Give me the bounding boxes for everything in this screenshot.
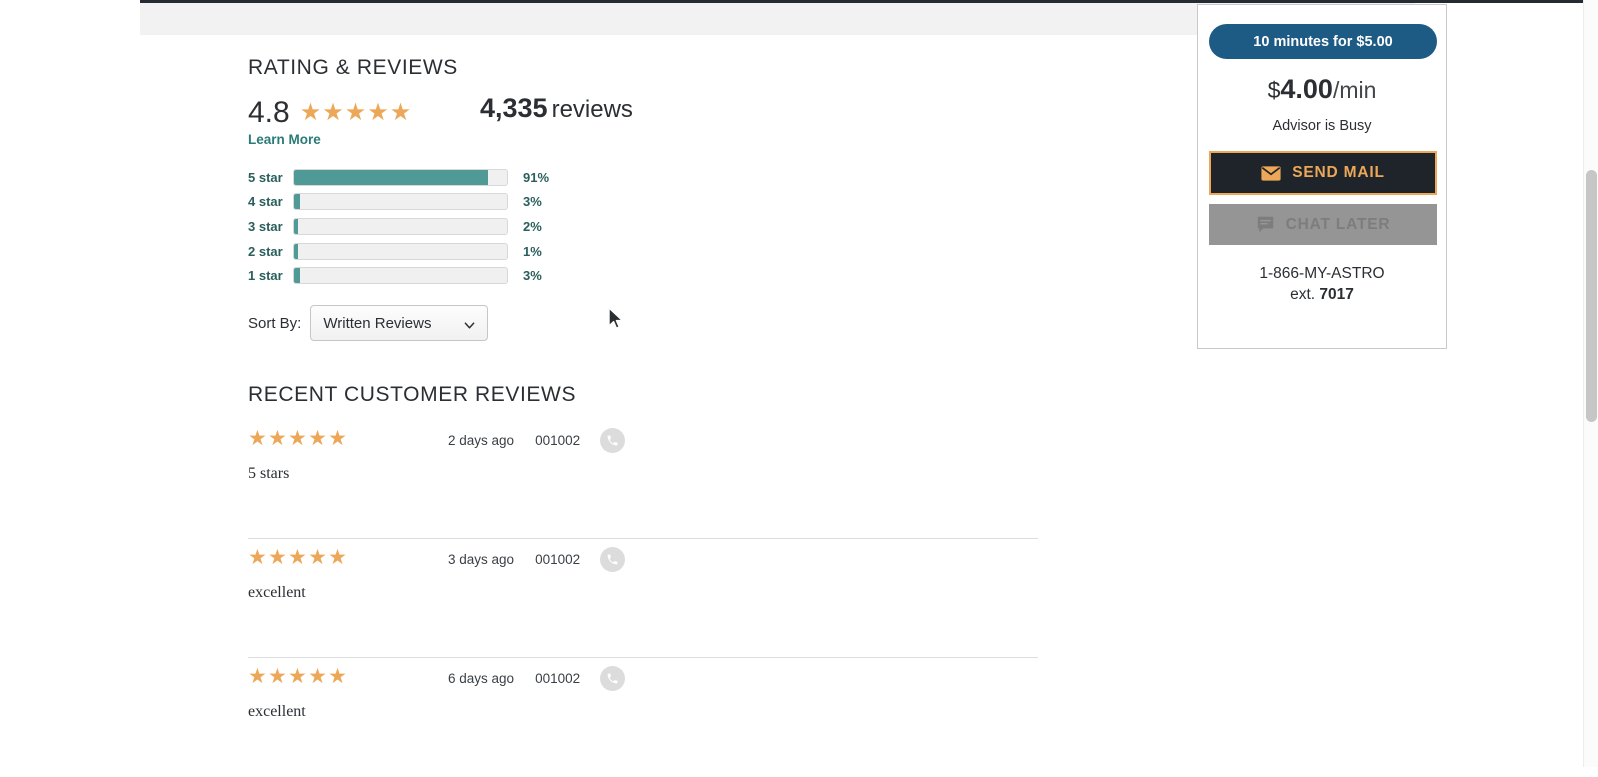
bar-track [293,217,508,235]
bar-fill [294,218,299,234]
send-mail-label: SEND MAIL [1292,164,1385,181]
review-item: ★★★★★ 3 days ago 001002 excellent [248,539,1038,658]
review-text: excellent [248,703,306,720]
distribution-row[interactable]: 1 star 3% [248,263,549,288]
review-list: ★★★★★ 2 days ago 001002 5 stars ★★★★★ 3 … [248,420,1038,777]
review-meta: 6 days ago 001002 [448,666,626,691]
chevron-down-icon [464,318,475,329]
review-item: ★★★★★ 2 days ago 001002 5 stars [248,420,1038,539]
advisor-promo-panel: 10 minutes for $5.00 $4.00/min Advisor i… [1197,4,1447,349]
scrollbar-thumb[interactable] [1586,170,1597,422]
extension-label: ext. [1290,285,1316,303]
bar-label: 2 star [248,243,283,259]
bar-percent: 2% [523,218,542,234]
extension-number: 7017 [1319,285,1354,303]
sort-control: Sort By: Written Reviews [248,305,489,341]
average-stars-icon: ★★★★★ [299,99,413,126]
review-header: ★★★★★ 3 days ago 001002 [248,539,1038,575]
envelope-icon [1261,165,1281,181]
distribution-row[interactable]: 4 star 3% [248,190,549,215]
bar-label: 4 star [248,194,283,210]
rating-summary: 4.8 ★★★★★ [248,96,412,130]
rating-distribution: 5 star 91% 4 star 3% 3 star 2% 2 star 1%… [248,165,549,288]
send-mail-button[interactable]: SEND MAIL [1209,151,1437,195]
price-unit: /min [1332,77,1377,103]
advisor-phone: 1-866-MY-ASTRO ext. 7017 [1209,264,1435,306]
distribution-row[interactable]: 2 star 1% [248,239,549,264]
review-text: excellent [248,584,306,601]
phone-icon [600,666,626,691]
review-meta: 3 days ago 001002 [448,547,626,572]
review-stars-icon: ★★★★★ [248,426,349,450]
bar-track [293,168,508,186]
sort-select[interactable]: Written Reviews [310,305,489,341]
review-timestamp: 6 days ago [448,671,515,686]
sort-select-value: Written Reviews [323,314,432,332]
review-timestamp: 3 days ago [448,552,515,567]
bar-track [293,242,508,260]
bar-fill [294,194,301,210]
review-timestamp: 2 days ago [448,433,515,448]
bar-label: 1 star [248,268,283,284]
sort-by-label: Sort By: [248,314,302,332]
bar-fill [294,268,301,284]
review-author-id: 001002 [535,433,581,448]
distribution-row[interactable]: 3 star 2% [248,214,549,239]
price-per-minute: $4.00/min [1209,76,1435,103]
bar-label: 5 star [248,169,283,185]
review-stars-icon: ★★★★★ [248,545,349,569]
page-scrollbar[interactable] [1583,0,1598,767]
bar-percent: 3% [523,194,542,210]
average-score: 4.8 [248,96,290,129]
review-item: ★★★★★ 6 days ago 001002 excellent [248,658,1038,777]
review-count: 4,335 reviews [480,95,633,122]
bar-fill [294,169,488,185]
minutes-offer-button[interactable]: 10 minutes for $5.00 [1209,24,1437,59]
distribution-row[interactable]: 5 star 91% [248,165,549,190]
left-gutter [0,0,140,767]
main-content: RATING & REVIEWS 4.8 ★★★★★ 4,335 reviews … [140,0,1558,767]
review-header: ★★★★★ 6 days ago 001002 [248,658,1038,694]
phone-icon [600,428,626,453]
review-stars-icon: ★★★★★ [248,664,349,688]
chat-bubble-icon [1256,216,1275,233]
chat-later-label: CHAT LATER [1285,215,1391,233]
review-count-number: 4,335 [480,93,548,123]
bar-track [293,267,508,285]
bar-fill [294,243,298,259]
bar-percent: 3% [523,268,542,284]
review-header: ★★★★★ 2 days ago 001002 [248,420,1038,456]
review-meta: 2 days ago 001002 [448,428,626,453]
bar-track [293,193,508,211]
bar-label: 3 star [248,218,283,234]
page-title: RATING & REVIEWS [248,56,458,79]
status-badge: Advisor is Busy [1272,118,1372,134]
review-author-id: 001002 [535,552,581,567]
chat-later-button[interactable]: CHAT LATER [1209,204,1437,245]
recent-reviews-title: RECENT CUSTOMER REVIEWS [248,383,577,406]
bar-percent: 1% [523,243,542,259]
review-text: 5 stars [248,465,290,482]
phone-icon [600,547,626,572]
phone-number: 1-866-MY-ASTRO [1259,265,1385,282]
bar-percent: 91% [523,169,550,185]
price-amount: 4.00 [1280,74,1333,104]
price-currency: $ [1267,77,1281,103]
review-author-id: 001002 [535,671,581,686]
learn-more-link[interactable]: Learn More [248,132,321,147]
review-count-label: reviews [551,96,633,123]
